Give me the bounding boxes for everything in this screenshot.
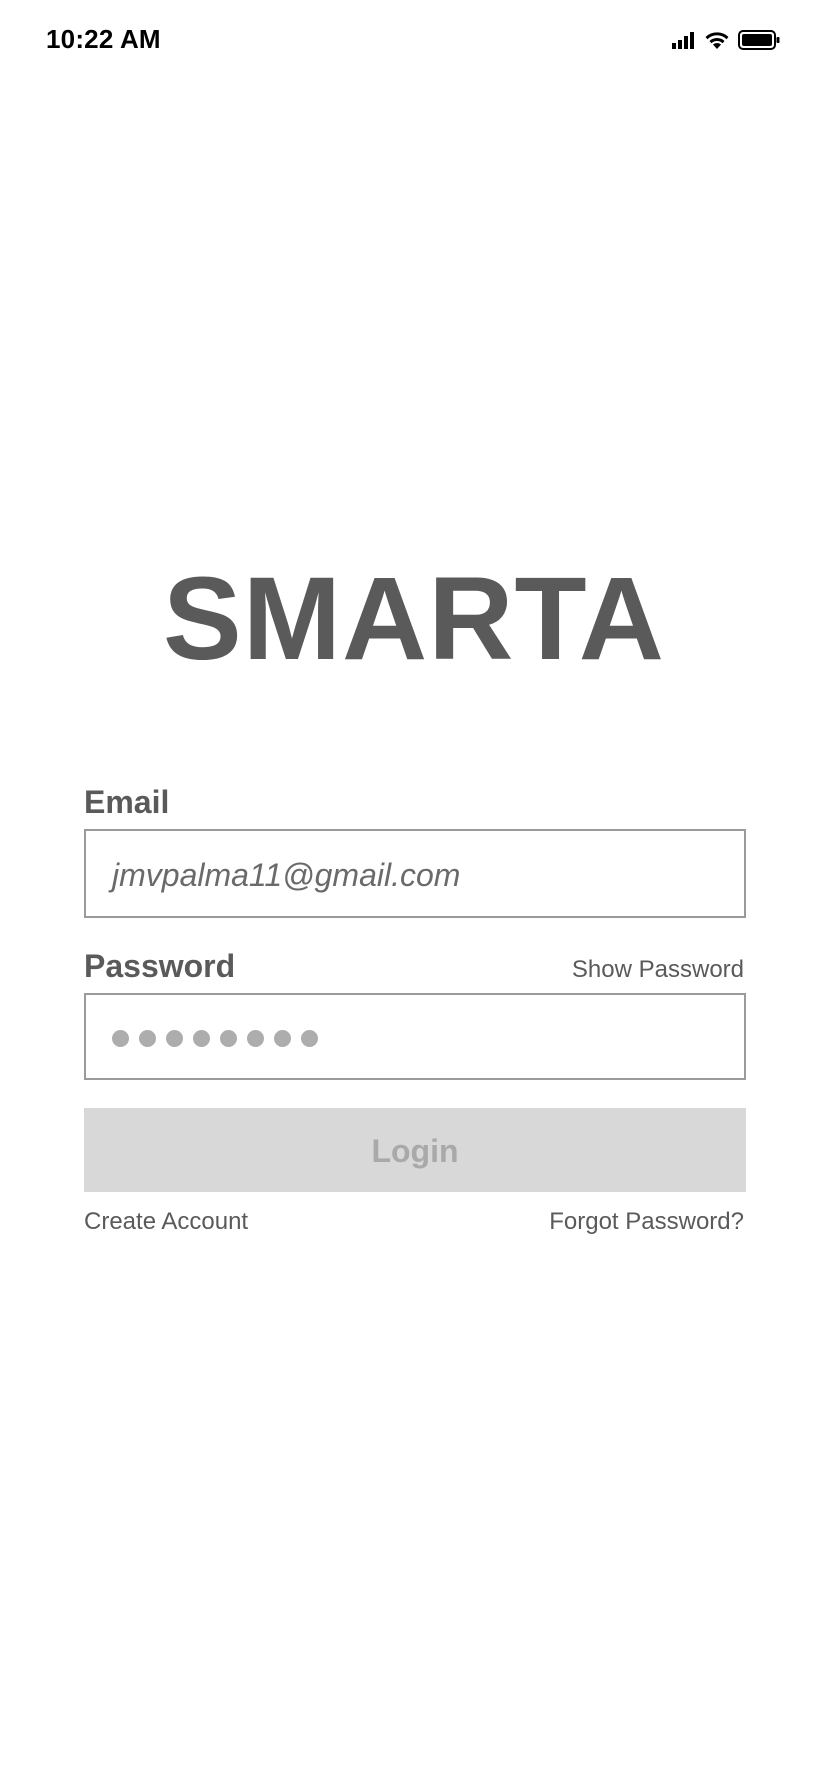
create-account-link[interactable]: Create Account — [84, 1208, 248, 1236]
cellular-signal-icon — [672, 31, 696, 49]
password-mask-dot — [220, 1030, 237, 1047]
show-password-toggle[interactable]: Show Password — [572, 956, 744, 984]
email-value: jmvpalma11@gmail.com — [112, 857, 461, 893]
password-mask-dot — [301, 1030, 318, 1047]
password-mask-dot — [112, 1030, 129, 1047]
email-label: Email — [84, 784, 170, 820]
password-label: Password — [84, 948, 236, 984]
status-bar: 10:22 AM — [0, 0, 828, 80]
email-field[interactable]: jmvpalma11@gmail.com — [84, 829, 746, 918]
battery-icon — [738, 30, 780, 50]
wifi-icon — [704, 30, 730, 50]
status-icons — [672, 30, 780, 50]
password-field[interactable] — [84, 993, 746, 1080]
forgot-password-link[interactable]: Forgot Password? — [549, 1208, 744, 1236]
password-mask-dot — [166, 1030, 183, 1047]
password-mask-dot — [247, 1030, 264, 1047]
login-button[interactable]: Login — [84, 1108, 746, 1192]
password-mask-dot — [193, 1030, 210, 1047]
password-mask-dot — [274, 1030, 291, 1047]
status-time: 10:22 AM — [46, 24, 161, 54]
password-mask — [112, 1030, 318, 1047]
app-logo: SMARTA — [163, 553, 665, 685]
password-mask-dot — [139, 1030, 156, 1047]
